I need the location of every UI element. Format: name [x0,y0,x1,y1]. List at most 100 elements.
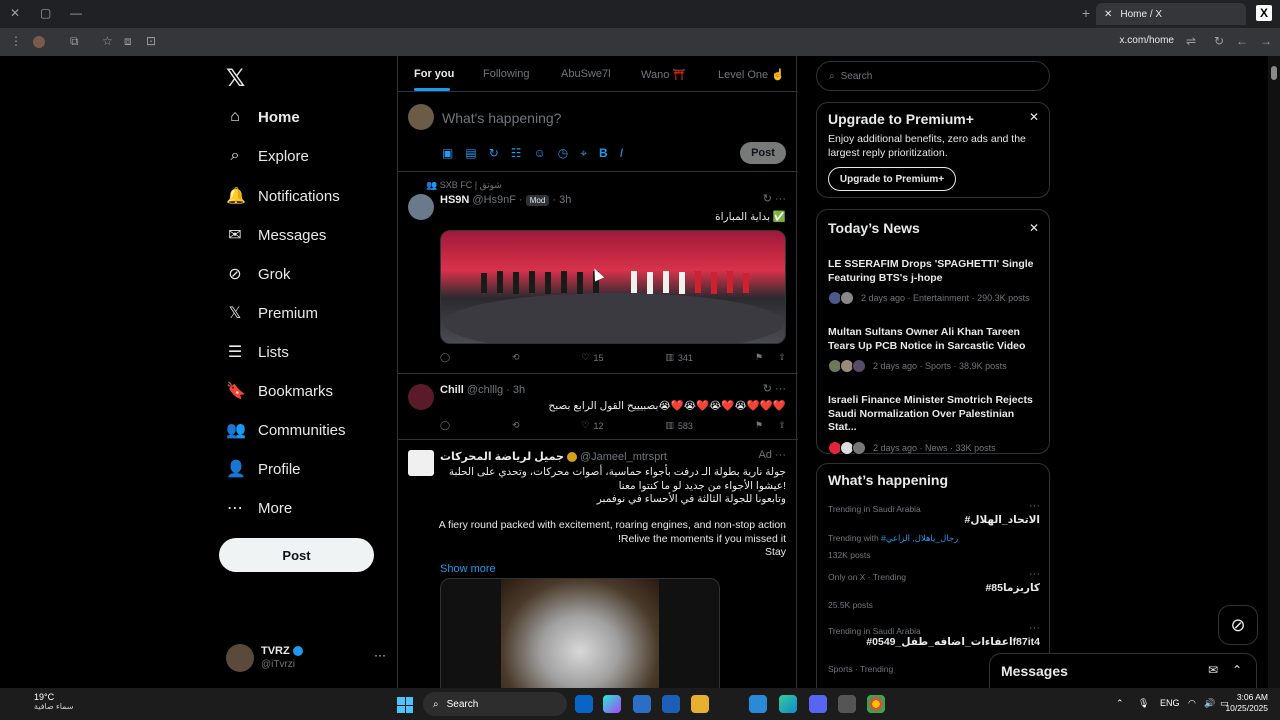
like-button[interactable]: ♡ 15 [581,352,603,363]
forward-icon[interactable]: → [1260,34,1272,48]
extensions-icon[interactable]: ⧉ [70,34,79,49]
tab-abuswe7l[interactable]: AbuSwe7l [561,68,611,80]
compose-input[interactable]: What's happening? [442,110,561,126]
author-handle[interactable]: @Jameel_mtrsprt [580,451,667,463]
weather-widget[interactable]: 19°C سماء صافية [12,692,74,711]
screenshot-icon[interactable]: ⊡ [146,34,156,48]
wifi-icon[interactable]: ◠ [1188,698,1196,709]
trend-more-icon[interactable]: ··· [1029,500,1040,512]
author-handle[interactable]: @chlllg [467,384,503,396]
tab-for-you[interactable]: For you [414,68,454,80]
reader-icon[interactable]: ⇌ [1186,34,1196,48]
views-button[interactable]: ▥ 583 [665,420,693,431]
tab-following[interactable]: Following [483,68,529,80]
sidebar-item-lists[interactable]: ☰ Lists [226,342,289,362]
account-more-icon[interactable]: ··· [374,648,386,662]
account-switcher[interactable]: TVRZ @iTvrzi ··· [226,644,386,674]
restore-icon[interactable]: ▢ [40,6,51,20]
scrollbar-thumb[interactable] [1271,66,1277,80]
trend-item[interactable]: Trending in Saudi Arabia ··· #اعفاءات_اض… [828,622,1040,648]
refresh-icon[interactable]: ↻ [1214,34,1224,48]
grok-floating-button[interactable]: ⊘ [1218,605,1258,645]
avatar[interactable] [408,384,434,410]
trend-related-link[interactable]: #رجال_ياهلال, الزاعي [881,533,958,543]
community-name[interactable]: SXB FC | شوتق [440,180,502,190]
location-icon[interactable]: ⌖ [580,146,587,161]
file-explorer-icon[interactable] [691,695,709,713]
upgrade-button[interactable]: Upgrade to Premium+ [828,167,956,191]
trend-more-icon[interactable]: ··· [1029,622,1040,634]
bookmark-icon[interactable]: ⚑ [755,352,763,363]
italic-icon[interactable]: I [620,146,623,161]
emoji-icon[interactable]: ☺ [534,146,546,161]
retweet-icon[interactable]: ⟲ [512,352,520,363]
like-button[interactable]: ♡ 12 [581,420,603,431]
address-bar[interactable]: x.com/home [1120,35,1174,46]
show-more-link[interactable]: Show more [440,563,496,575]
reply-icon[interactable]: ◯ [440,352,450,363]
tweet-more-icon[interactable]: ↻ ··· [763,382,786,395]
language-indicator[interactable]: ENG [1160,698,1180,708]
sidebar-item-premium[interactable]: 𝕏 Premium [226,303,318,323]
schedule-icon[interactable]: ◷ [558,146,568,161]
x-logo-icon[interactable]: 𝕏 [226,64,245,93]
author-name[interactable]: HS9N [440,194,469,206]
search-input[interactable]: ⌕ Search [816,61,1050,91]
ad-tweet[interactable]: جميل لرياضة المحركات @Jameel_mtrsprt Ad … [398,442,798,688]
tweet-more-icon[interactable]: ··· [775,449,786,461]
volume-icon[interactable]: 🔊 [1204,698,1215,709]
tweet-more-icon[interactable]: ↻ ··· [763,192,786,205]
poll-icon[interactable]: ☷ [511,146,522,161]
close-icon[interactable]: ✕ [1029,110,1039,124]
sidebar-item-more[interactable]: ⋯ More [226,498,292,518]
taskbar-search[interactable]: ⌕ Search [423,692,567,716]
grok-icon[interactable]: ↻ [489,146,499,161]
share-icon[interactable]: ⇪ [778,420,786,431]
post-button[interactable]: Post [219,538,374,572]
new-message-icon[interactable]: ✉ [1208,663,1218,677]
close-icon[interactable]: ✕ [1029,221,1039,235]
views-button[interactable]: ▥ 341 [665,352,693,363]
expand-icon[interactable]: ⌃ [1232,663,1242,677]
collections-icon[interactable]: ⧈ [124,34,132,49]
tweet-time[interactable]: 3h [513,384,525,396]
sidebar-item-messages[interactable]: ✉ Messages [226,225,326,245]
avatar[interactable] [408,450,434,476]
sidebar-item-profile[interactable]: 👤 Profile [226,459,301,479]
author-name[interactable]: جميل لرياضة المحركات [440,451,564,463]
share-icon[interactable]: ⇪ [778,352,786,363]
store-icon[interactable] [662,695,680,713]
bookmark-icon[interactable]: ⚑ [755,420,763,431]
profile-avatar-icon[interactable] [33,36,45,48]
new-tab-button[interactable]: + [1082,5,1090,21]
tab-wano[interactable]: Wano ⛩️ [641,68,686,81]
trend-item[interactable]: Trending in Saudi Arabia ··· #الاتحاد_ال… [828,500,1040,560]
tweet-time[interactable]: 3h [559,194,571,206]
menu-icon[interactable]: ⋮ [10,34,22,48]
tab-level-one[interactable]: Level One ☝️ [718,68,785,81]
author-handle[interactable]: @Hs9nF [472,194,516,206]
microphone-icon[interactable]: 🎙 [1138,698,1149,709]
sidebar-item-notifications[interactable]: 🔔 Notifications [226,186,340,206]
copilot-icon[interactable] [603,695,621,713]
trend-more-icon[interactable]: ··· [1029,568,1040,580]
gif-icon[interactable]: ▤ [465,146,476,161]
messages-drawer[interactable]: Messages ✉ ⌃ [989,653,1257,688]
news-item[interactable]: LE SSERAFIM Drops 'SPAGHETTI' Single Fea… [828,258,1040,306]
back-icon[interactable]: ← [1236,34,1248,48]
outlook-icon[interactable] [575,695,593,713]
news-item[interactable]: Multan Sultans Owner Ali Khan Tareen Tea… [828,326,1040,374]
tab-close-icon[interactable]: ✕ [1104,9,1112,20]
tweet[interactable]: Chill @chlllg · 3h ↻ ··· بصبيييح القول ا… [398,376,798,440]
retweet-icon[interactable]: ⟲ [512,420,520,431]
grok-app-icon[interactable] [838,695,856,713]
edge-icon[interactable] [779,695,797,713]
app-icon[interactable] [749,695,767,713]
sidebar-item-bookmarks[interactable]: 🔖 Bookmarks [226,381,333,401]
browser-tab[interactable]: ✕ Home / X X [1096,3,1272,25]
tweet-image[interactable] [440,230,786,344]
media-icon[interactable]: ▣ [442,146,453,161]
compose-post-button[interactable]: Post [740,142,786,164]
sidebar-item-explore[interactable]: ⌕ Explore [226,147,309,165]
sidebar-item-grok[interactable]: ⊘ Grok [226,264,290,284]
